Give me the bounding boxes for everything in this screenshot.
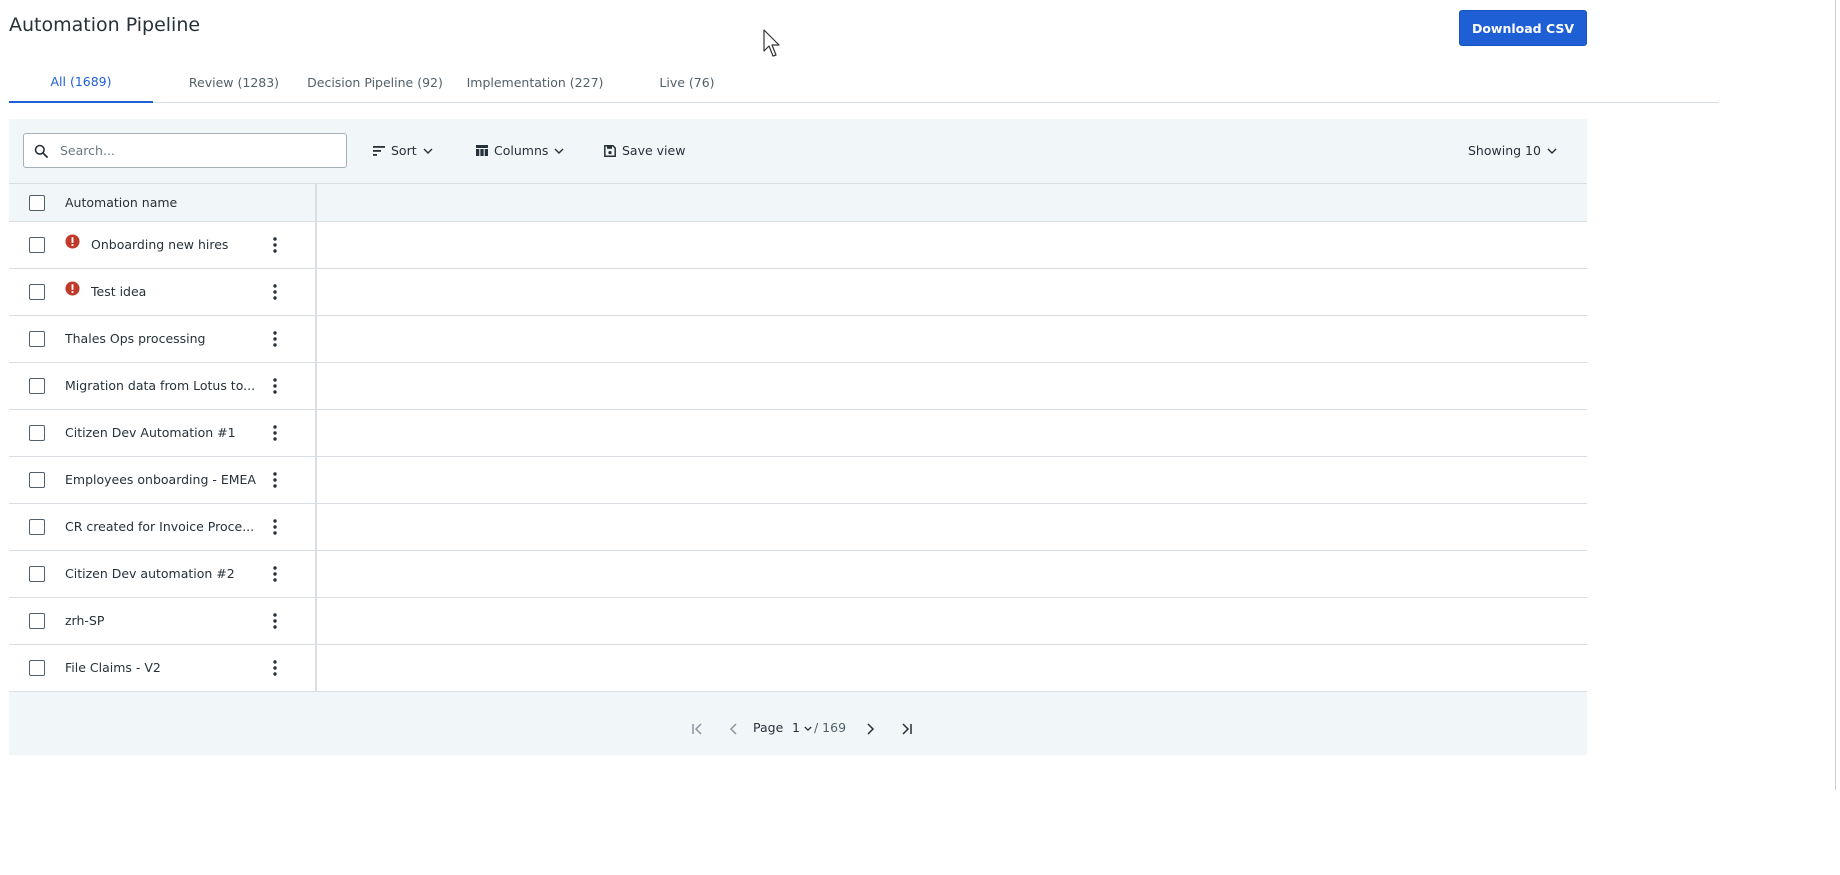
tab-implementation[interactable]: Implementation (227): [457, 62, 613, 103]
showing-label: Showing 10: [1468, 143, 1541, 158]
table-row[interactable]: zrh-SP: [9, 598, 1587, 645]
page-size-selector[interactable]: Showing 10: [1468, 133, 1557, 168]
row-checkbox[interactable]: [29, 378, 45, 394]
automation-name[interactable]: zrh-SP: [65, 613, 104, 628]
more-actions-icon[interactable]: [265, 564, 285, 584]
save-view-label: Save view: [622, 143, 686, 158]
tab-all[interactable]: All (1689): [9, 62, 153, 103]
automation-table: Automation name Onboarding new hires Test…: [9, 183, 1587, 692]
next-page-icon[interactable]: [861, 720, 879, 738]
chevron-down-icon: [423, 148, 433, 154]
columns-icon: [476, 145, 488, 156]
pipeline-tabs: All (1689) Review (1283) Decision Pipeli…: [9, 62, 1719, 103]
save-view-button[interactable]: Save view: [604, 133, 685, 168]
columns-label: Columns: [494, 143, 549, 158]
pagination: Page 1 / 169: [9, 703, 1587, 755]
table-row[interactable]: Migration data from Lotus to...: [9, 363, 1587, 410]
more-actions-icon[interactable]: [265, 470, 285, 490]
page-scrollbar[interactable]: [1835, 0, 1836, 790]
table-row[interactable]: Citizen Dev Automation #1: [9, 410, 1587, 457]
search-input[interactable]: [58, 134, 346, 167]
automation-name[interactable]: Migration data from Lotus to...: [65, 378, 255, 393]
row-checkbox[interactable]: [29, 566, 45, 582]
mouse-cursor-icon: [763, 29, 780, 57]
sort-button[interactable]: Sort: [373, 133, 433, 168]
sort-icon: [373, 145, 385, 156]
select-all-checkbox[interactable]: [29, 195, 45, 211]
sort-label: Sort: [391, 143, 417, 158]
table-row[interactable]: Test idea: [9, 269, 1587, 316]
table-header: Automation name: [9, 184, 1587, 222]
total-pages: / 169: [814, 720, 847, 735]
automation-name[interactable]: Thales Ops processing: [65, 331, 206, 346]
table-row[interactable]: Onboarding new hires: [9, 222, 1587, 269]
search-box[interactable]: [23, 133, 347, 168]
chevron-down-icon: [1547, 148, 1557, 154]
page-title: Automation Pipeline: [9, 14, 201, 36]
columns-button[interactable]: Columns: [476, 133, 564, 168]
row-checkbox[interactable]: [29, 660, 45, 676]
last-page-icon[interactable]: [897, 720, 915, 738]
more-actions-icon[interactable]: [265, 423, 285, 443]
table-row[interactable]: Citizen Dev automation #2: [9, 551, 1587, 598]
first-page-icon[interactable]: [689, 720, 707, 738]
row-checkbox[interactable]: [29, 425, 45, 441]
row-checkbox[interactable]: [29, 472, 45, 488]
more-actions-icon[interactable]: [265, 611, 285, 631]
automation-name[interactable]: Citizen Dev Automation #1: [65, 425, 236, 440]
tab-live[interactable]: Live (76): [629, 62, 745, 103]
more-actions-icon[interactable]: [265, 517, 285, 537]
column-divider[interactable]: [315, 184, 317, 692]
error-icon: [65, 234, 80, 249]
download-csv-button[interactable]: Download CSV: [1459, 10, 1587, 46]
more-actions-icon[interactable]: [265, 658, 285, 678]
automation-grid: Sort Columns Save view Showing 10 Automa…: [9, 119, 1587, 755]
table-row[interactable]: File Claims - V2: [9, 645, 1587, 692]
more-actions-icon[interactable]: [265, 376, 285, 396]
table-row[interactable]: CR created for Invoice Proce...: [9, 504, 1587, 551]
previous-page-icon[interactable]: [725, 720, 743, 738]
current-page-select[interactable]: 1: [792, 720, 812, 735]
row-checkbox[interactable]: [29, 331, 45, 347]
row-checkbox[interactable]: [29, 237, 45, 253]
column-header-automation-name[interactable]: Automation name: [65, 195, 177, 210]
search-icon: [24, 144, 58, 158]
table-row[interactable]: Thales Ops processing: [9, 316, 1587, 363]
current-page-value: 1: [792, 720, 800, 735]
automation-name[interactable]: Onboarding new hires: [91, 237, 228, 252]
automation-name[interactable]: File Claims - V2: [65, 660, 161, 675]
more-actions-icon[interactable]: [265, 282, 285, 302]
page-label: Page: [753, 720, 784, 735]
table-row[interactable]: Employees onboarding - EMEA: [9, 457, 1587, 504]
automation-name[interactable]: CR created for Invoice Proce...: [65, 519, 254, 534]
row-checkbox[interactable]: [29, 613, 45, 629]
automation-name[interactable]: Employees onboarding - EMEA: [65, 472, 256, 487]
error-icon: [65, 281, 80, 296]
row-checkbox[interactable]: [29, 284, 45, 300]
grid-toolbar: Sort Columns Save view Showing 10: [9, 119, 1587, 183]
automation-name[interactable]: Citizen Dev automation #2: [65, 566, 235, 581]
row-checkbox[interactable]: [29, 519, 45, 535]
chevron-down-icon: [804, 726, 812, 732]
automation-name[interactable]: Test idea: [91, 284, 146, 299]
tab-decision-pipeline[interactable]: Decision Pipeline (92): [305, 62, 445, 103]
tab-review[interactable]: Review (1283): [169, 62, 299, 103]
more-actions-icon[interactable]: [265, 329, 285, 349]
chevron-down-icon: [554, 148, 564, 154]
save-icon: [604, 144, 616, 157]
more-actions-icon[interactable]: [265, 235, 285, 255]
